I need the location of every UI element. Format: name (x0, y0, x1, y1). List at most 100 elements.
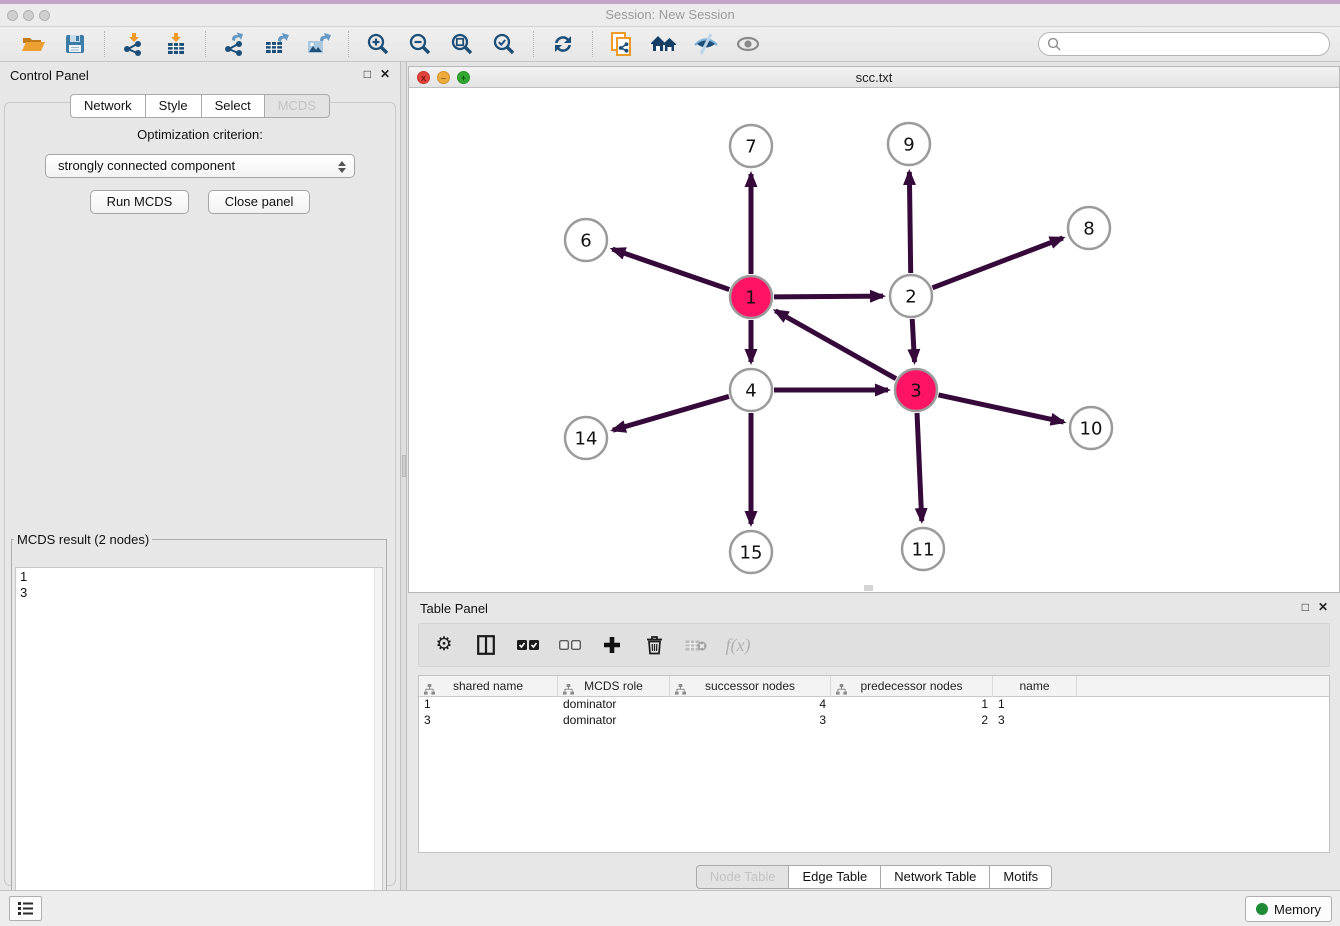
import-table-icon[interactable] (161, 30, 191, 58)
table-panel-float-icon[interactable]: □ (1302, 600, 1309, 614)
zoom-in-icon[interactable] (363, 30, 393, 58)
splitter-grip-icon[interactable] (402, 455, 406, 477)
control-panel-close-icon[interactable]: ✕ (380, 67, 390, 81)
network-graph: 7968124314101511 (409, 88, 1339, 592)
node-table[interactable]: shared nameMCDS rolesuccessor nodes prede… (418, 675, 1330, 853)
eye-slash-icon[interactable] (691, 30, 721, 58)
zoom-out-icon[interactable] (405, 30, 435, 58)
tab-motifs[interactable]: Motifs (989, 865, 1052, 889)
zoom-selected-icon[interactable] (489, 30, 519, 58)
memory-button[interactable]: Memory (1245, 896, 1332, 922)
clear-selection-icon[interactable] (557, 632, 583, 658)
graph-node-label-7: 7 (745, 136, 756, 157)
tab-node-table[interactable]: Node Table (696, 865, 789, 889)
network-canvas[interactable]: 7968124314101511 (409, 88, 1339, 592)
graph-edge-1-6[interactable] (612, 249, 729, 289)
export-network-icon[interactable] (220, 30, 250, 58)
memory-status-icon (1256, 903, 1268, 915)
delete-table-icon (683, 632, 709, 658)
tab-style[interactable]: Style (145, 94, 201, 118)
table-cell[interactable]: 3 (419, 713, 558, 729)
trash-icon[interactable] (641, 632, 667, 658)
tab-select[interactable]: Select (201, 94, 264, 118)
main-toolbar (0, 27, 1340, 62)
export-image-icon[interactable] (304, 30, 334, 58)
control-panel-tabs: NetworkStyleSelectMCDS (0, 94, 400, 117)
table-cell[interactable]: dominator (558, 713, 670, 729)
column-type-icon (675, 681, 686, 701)
graph-node-label-1: 1 (745, 287, 756, 308)
tab-mcds[interactable]: MCDS (264, 94, 330, 118)
network-window-titlebar[interactable]: x – + scc.txt (409, 67, 1339, 88)
table-cell[interactable]: dominator (558, 697, 670, 713)
network-view-window: x – + scc.txt 7968124314101511 (408, 66, 1340, 593)
canvas-hscroll-thumb[interactable] (864, 585, 873, 591)
column-header-successor-nodes[interactable]: successor nodes (670, 676, 831, 697)
table-panel-close-icon[interactable]: ✕ (1318, 600, 1328, 614)
fx-icon: f(x) (725, 632, 751, 658)
table-cell[interactable]: 4 (670, 697, 831, 713)
mcds-panel: Optimization criterion: strongly connect… (4, 102, 396, 886)
memory-label: Memory (1274, 902, 1321, 917)
home-icon[interactable] (649, 30, 679, 58)
node-table-header: shared nameMCDS rolesuccessor nodes prede… (419, 676, 1329, 697)
workspace: Control Panel □ ✕ NetworkStyleSelectMCDS… (0, 62, 1340, 890)
close-panel-button[interactable]: Close panel (208, 190, 311, 214)
tab-network[interactable]: Network (70, 94, 145, 118)
search-input[interactable] (1067, 35, 1329, 53)
graph-edge-3-11[interactable] (917, 413, 922, 521)
control-panel-float-icon[interactable]: □ (364, 67, 371, 81)
table-row[interactable]: 3dominator323 (419, 713, 1329, 729)
eye-icon[interactable] (733, 30, 763, 58)
graph-edge-2-8[interactable] (932, 238, 1062, 288)
mcds-result-text[interactable]: 13 (15, 567, 383, 907)
add-icon[interactable] (599, 632, 625, 658)
mcds-result-box: MCDS result (2 nodes) 13 (11, 532, 387, 911)
columns-icon[interactable] (473, 632, 499, 658)
column-header-name[interactable]: name (993, 676, 1077, 697)
select-all-icon[interactable] (515, 632, 541, 658)
column-header-label: predecessor nodes (860, 679, 962, 693)
table-panel-header: Table Panel □ ✕ (408, 595, 1340, 621)
column-type-icon (563, 681, 574, 701)
run-mcds-button[interactable]: Run MCDS (90, 190, 190, 214)
zoom-fit-icon[interactable] (447, 30, 477, 58)
graph-edge-3-10[interactable] (938, 395, 1063, 422)
tab-network-table[interactable]: Network Table (880, 865, 989, 889)
search-box[interactable] (1038, 32, 1330, 56)
graph-edge-1-2[interactable] (774, 296, 883, 297)
refresh-icon[interactable] (548, 30, 578, 58)
control-panel-title: Control Panel (10, 68, 89, 83)
table-panel-title: Table Panel (420, 601, 488, 616)
open-folder-icon[interactable] (18, 30, 48, 58)
network-copy-icon[interactable] (607, 30, 637, 58)
table-cell[interactable]: 1 (831, 697, 993, 713)
column-header-shared-name[interactable]: shared name (419, 676, 558, 697)
table-cell[interactable]: 2 (831, 713, 993, 729)
gear-icon[interactable]: ⚙ (431, 632, 457, 658)
optimization-criterion-select[interactable]: strongly connected component (45, 154, 355, 178)
panel-splitter[interactable] (400, 62, 407, 890)
column-header-MCDS-role[interactable]: MCDS role (558, 676, 670, 697)
import-network-icon[interactable] (119, 30, 149, 58)
table-cell[interactable]: 3 (993, 713, 1077, 729)
save-icon[interactable] (60, 30, 90, 58)
task-history-button[interactable] (9, 896, 42, 921)
table-cell[interactable]: 1 (419, 697, 558, 713)
graph-edge-4-14[interactable] (613, 396, 729, 430)
table-cell[interactable]: 1 (993, 697, 1077, 713)
table-toolbar: ⚙ f(x) (418, 623, 1330, 667)
table-cell[interactable]: 3 (670, 713, 831, 729)
table-row[interactable]: 1dominator411 (419, 697, 1329, 713)
graph-edge-2-3[interactable] (912, 319, 914, 362)
result-scrollbar[interactable] (374, 568, 382, 906)
node-table-body: 1dominator4113dominator323 (419, 697, 1329, 729)
export-table-icon[interactable] (262, 30, 292, 58)
status-bar: Memory (0, 890, 1340, 926)
column-header-predecessor-nodes[interactable]: predecessor nodes (831, 676, 993, 697)
graph-edge-3-1[interactable] (775, 311, 896, 379)
search-icon (1047, 37, 1061, 51)
tab-edge-table[interactable]: Edge Table (788, 865, 880, 889)
optimization-criterion-value: strongly connected component (58, 158, 235, 173)
graph-edge-2-9[interactable] (909, 172, 910, 273)
